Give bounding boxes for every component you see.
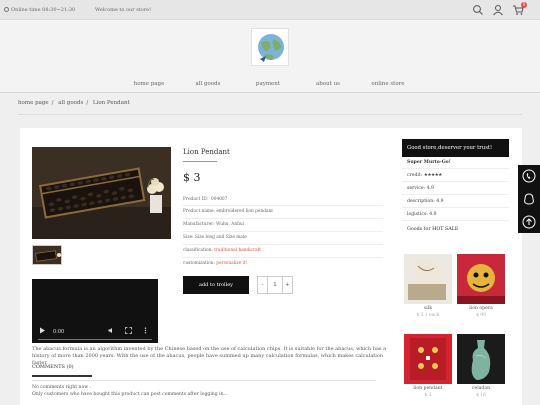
store-name[interactable]: Super Murto-Go! [402, 157, 509, 169]
main-content: 0:00 Lion Pendant $ 3 Product ID：004007 … [20, 128, 522, 405]
no-comments-text: No comments right now . [32, 385, 92, 390]
floating-tools [518, 165, 540, 233]
fullscreen-icon[interactable] [125, 327, 132, 334]
celadon-image-icon [457, 334, 505, 384]
phone-icon[interactable] [522, 169, 536, 183]
store-header: Good store,deserver your trust! [402, 139, 509, 157]
play-icon[interactable] [39, 327, 46, 334]
volume-icon[interactable] [108, 327, 115, 334]
hot-good-image [457, 254, 505, 304]
clock-icon [4, 7, 9, 12]
hot-good-lion-pendant[interactable]: lion pendant $ 3 [404, 334, 452, 398]
store-logo[interactable] [251, 28, 289, 66]
hot-good-celadon[interactable]: celadon $ 16 [457, 334, 505, 398]
hot-sale-title: Goods for HOT SALE [407, 227, 459, 232]
lion-opera-image-icon [457, 254, 505, 304]
tab-comments[interactable]: COMMENTS (0) [32, 364, 74, 370]
hot-good-image [404, 254, 452, 304]
store-description-score: description: 4.9 [402, 195, 509, 208]
nav-about-us[interactable]: about us [298, 81, 358, 87]
product-name-underline [183, 161, 217, 162]
product-price: $ 3 [183, 171, 201, 184]
top-bar: Online time 08:30~21:30 Welcome to our s… [0, 0, 540, 20]
comments-login-note: Only customers who have bought this prod… [32, 392, 228, 397]
lion-pendant-image-icon [404, 334, 452, 384]
store-service: service: 4.9 [402, 182, 509, 195]
attr-product-id: Product ID：004007 [183, 197, 228, 202]
hot-good-image [404, 334, 452, 384]
attr-size: Size: Size long and Size male [183, 235, 247, 240]
video-time: 0:00 [53, 329, 65, 335]
breadcrumb-all-goods[interactable]: all goods [58, 100, 83, 106]
header: home page all goods payment about us onl… [0, 20, 540, 92]
add-to-trolley-button[interactable]: add to trolley [183, 276, 249, 294]
store-sidebar: Good store,deserver your trust! Super Mu… [402, 139, 509, 232]
abacus-image-icon [32, 147, 171, 239]
breadcrumb-current: Lion Pendant [92, 100, 130, 106]
attr-customization: customization: personalize it! [183, 261, 248, 266]
video-progress-bar[interactable] [38, 339, 152, 340]
breadcrumb: home page / all goods / Lion Pendant [18, 100, 130, 106]
product-video[interactable]: 0:00 [32, 279, 158, 343]
tab-comments-underline [32, 375, 92, 377]
nav-payment[interactable]: payment [238, 81, 298, 87]
comments-divider [32, 380, 376, 381]
nav-home[interactable]: home page [119, 81, 179, 87]
qty-plus-button[interactable]: + [282, 276, 293, 294]
product-description: The abacus formula is an algorithm inven… [32, 346, 387, 366]
product-thumbnail[interactable] [32, 245, 62, 265]
hot-good-silk[interactable]: silk $ 3.1 each [404, 254, 452, 318]
video-controls: 0:00 [32, 323, 158, 343]
store-logistics: logistics: 4.9 [402, 208, 509, 221]
qq-chat-icon[interactable] [522, 192, 536, 206]
welcome-text: Welcome to our store! [95, 7, 152, 13]
store-credit: credit: ★★★★★ [402, 169, 509, 182]
silk-image-icon [404, 254, 452, 304]
attr-product-name: Product name: embroidered lion pendant [183, 209, 274, 214]
more-icon[interactable] [142, 327, 149, 334]
qty-input[interactable]: 1 [267, 276, 283, 294]
nav-online-store[interactable]: online store [358, 81, 418, 87]
search-icon[interactable] [472, 4, 484, 16]
user-icon[interactable] [492, 4, 504, 16]
product-name: Lion Pendant [183, 148, 230, 156]
attr-classification: classification: traditional handicraft [183, 248, 262, 253]
attr-manufacturer: Manufacturer: Wuhu, Anhui [183, 222, 245, 227]
product-image [32, 147, 171, 239]
globe-logo-icon [258, 34, 284, 62]
back-to-top-icon[interactable] [522, 215, 536, 229]
hot-good-lion-opera[interactable]: lion opera $ 99 [457, 254, 505, 318]
abacus-thumb-icon [33, 246, 61, 264]
credit-stars-icon: ★★★★★ [423, 173, 443, 178]
nav-all-goods[interactable]: all goods [178, 81, 238, 87]
breadcrumb-home[interactable]: home page [18, 100, 49, 106]
cart-badge: 0 [521, 2, 527, 8]
breadcrumb-divider [18, 114, 522, 115]
nav-divider [0, 92, 540, 93]
hot-good-image [457, 334, 505, 384]
online-time: Online time 08:30~21:30 [11, 7, 76, 13]
